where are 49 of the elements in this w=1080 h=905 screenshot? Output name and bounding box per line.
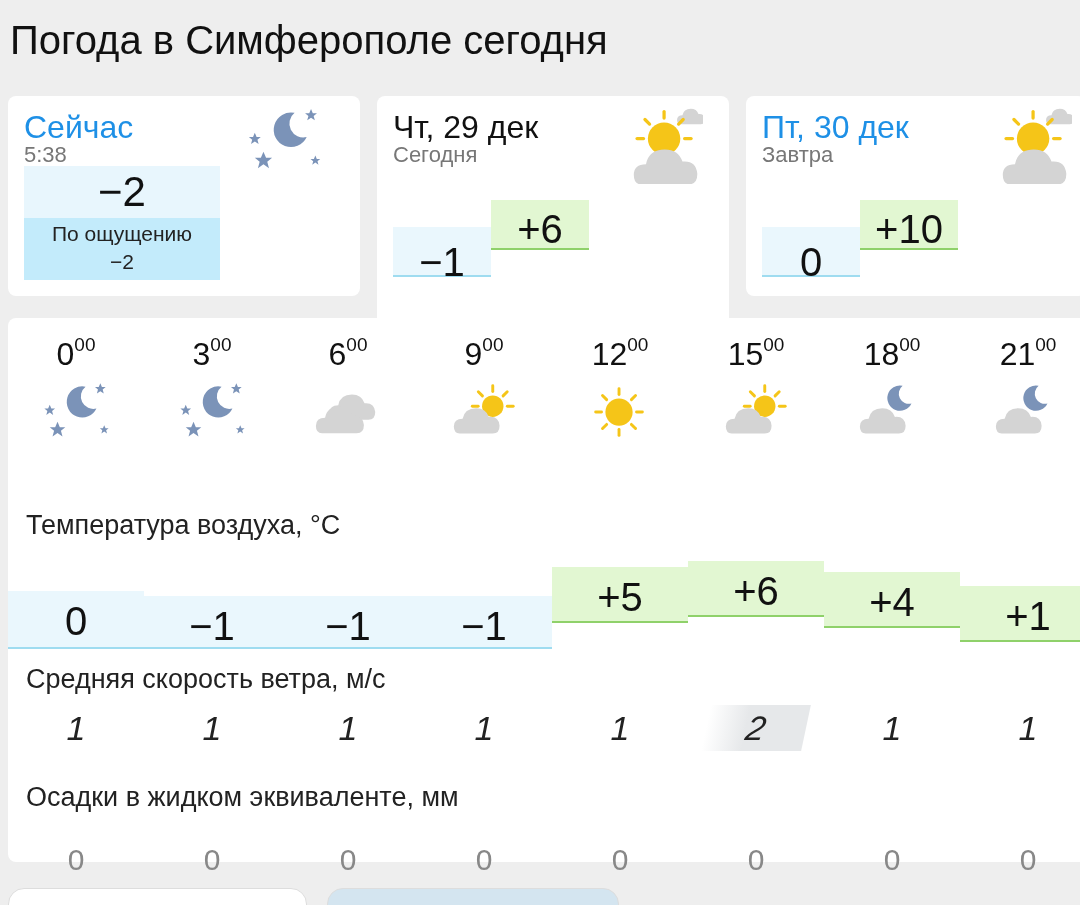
now-label: Сейчас — [24, 110, 135, 144]
wind-speed: 1 — [1017, 708, 1039, 749]
hour-label: 18$^{00}$ — [863, 336, 921, 373]
wind-speed: 1 — [65, 708, 87, 749]
day-name: Пт, 30 дек — [762, 110, 910, 144]
precipitation-value: 0 — [203, 843, 221, 877]
temperature-label: Температура воздуха, °C — [25, 509, 342, 541]
temperature-bar: +6 — [688, 561, 824, 617]
temperature-bar: 0 — [8, 591, 144, 649]
feels-like: По ощущению −2 — [24, 218, 220, 280]
temperature-bar: −1 — [416, 596, 552, 649]
temperature-bar: −1 — [144, 596, 280, 649]
day-relative: Сегодня — [393, 144, 479, 166]
hour-label: 6$^{00}$ — [328, 336, 368, 373]
precipitation-value: 0 — [1019, 843, 1037, 877]
min-temperature: 0 — [762, 227, 860, 277]
hour-label: 0$^{00}$ — [56, 336, 96, 373]
hour-label: 9$^{00}$ — [464, 336, 504, 373]
precipitation-value: 0 — [883, 843, 901, 877]
day-tab[interactable]: Пт, 30 дек Завтра 0 +10 — [746, 96, 1080, 296]
wind-speed: 1 — [473, 708, 495, 749]
wind-speed: 1 — [881, 708, 903, 749]
precipitation-value: 0 — [611, 843, 629, 877]
temperature-bar: −1 — [280, 596, 416, 649]
precipitation-label: Осадки в жидком эквиваленте, мм — [25, 781, 460, 813]
temperature-bar: +1 — [960, 586, 1080, 642]
max-temperature: +10 — [860, 200, 958, 250]
hour-label: 15$^{00}$ — [727, 336, 785, 373]
wind-label: Средняя скорость ветра, м/с — [25, 663, 387, 695]
current-temperature: −2 — [24, 166, 220, 218]
precipitation-value: 0 — [475, 843, 493, 877]
wind-speed: 1 — [201, 708, 223, 749]
wind-speed: 1 — [609, 708, 631, 749]
wind-speed: 1 — [337, 708, 359, 749]
max-temperature: +6 — [491, 200, 589, 250]
precipitation-value: 0 — [747, 843, 765, 877]
page-title: Погода в Симферополе сегодня — [9, 17, 609, 64]
temperature-bar: +4 — [824, 572, 960, 628]
precipitation-value: 0 — [67, 843, 85, 877]
current-time: 5:38 — [24, 144, 68, 166]
precipitation-value: 0 — [339, 843, 357, 877]
temperature-bar: +5 — [552, 567, 688, 623]
day-relative: Завтра — [762, 144, 835, 166]
day-name: Чт, 29 дек — [393, 110, 540, 144]
hour-label: 21$^{00}$ — [999, 336, 1057, 373]
hour-label: 3$^{00}$ — [192, 336, 232, 373]
day-tab[interactable]: Чт, 29 дек Сегодня −1 +6 — [377, 96, 729, 318]
min-temperature: −1 — [393, 227, 491, 277]
hour-label: 12$^{00}$ — [591, 336, 649, 373]
